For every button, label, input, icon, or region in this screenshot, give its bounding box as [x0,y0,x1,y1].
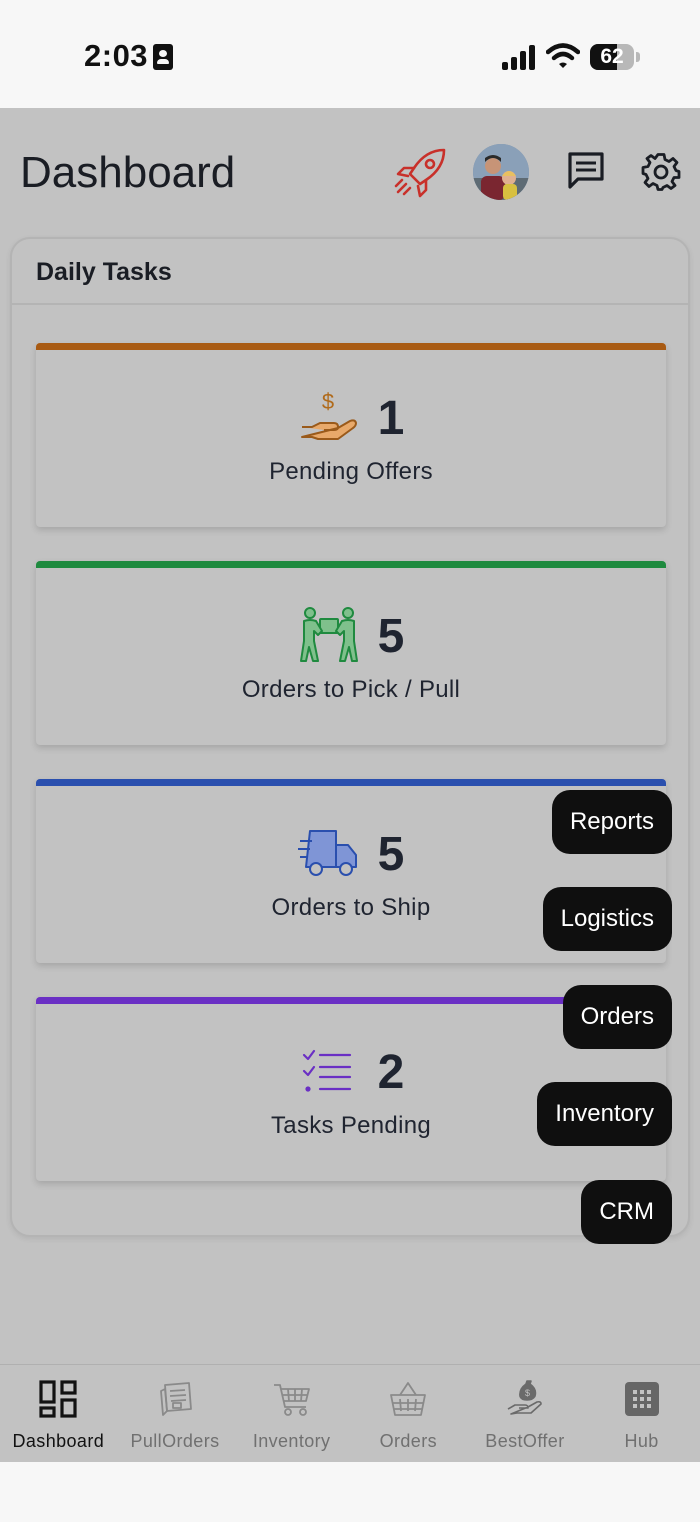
tab-label: Dashboard [12,1431,105,1451]
crm-button[interactable]: CRM [581,1180,672,1244]
truck-icon [297,830,357,876]
avatar[interactable] [473,144,529,200]
tab-inventory[interactable]: Inventory [233,1365,350,1463]
tab-label: Inventory [252,1431,331,1451]
hand-dollar-icon: $ [300,389,357,440]
avatar-photo [473,144,529,200]
task-count: 5 [377,827,405,881]
tab-pullorders[interactable]: PullOrders [117,1365,234,1463]
tab-bestoffer[interactable]: $ BestOffer [467,1365,584,1463]
dashboard-main: Dashboard Daily Tasks $ 1 Pending Offers… [0,108,700,1364]
gear-icon[interactable] [641,152,681,192]
task-card-orders-to-pick[interactable]: 5 Orders to Pick / Pull [36,561,666,745]
orders-button[interactable]: Orders [562,985,672,1049]
daily-tasks-header: Daily Tasks [12,239,688,305]
task-label: Orders to Pick / Pull [241,676,461,703]
tab-label: Orders [379,1431,437,1451]
tab-orders[interactable]: Orders [350,1365,467,1463]
signal-icon [502,44,536,70]
svg-text:$: $ [322,389,334,414]
inventory-button[interactable]: Inventory [537,1082,672,1146]
pull-orders-icon [160,1382,192,1416]
hand-money-bag-icon: $ [507,1380,542,1415]
basket-icon [390,1382,427,1416]
tab-label: BestOffer [485,1431,565,1451]
battery-icon: 62 [590,44,634,70]
cart-icon [273,1384,310,1416]
dashboard-icon [39,1380,77,1418]
status-bar: 2:03 62 [0,0,700,108]
home-indicator-area [0,1462,700,1522]
task-count: 1 [377,391,405,445]
task-card-pending-offers[interactable]: $ 1 Pending Offers [36,343,666,527]
task-count: 2 [377,1045,405,1099]
reports-button[interactable]: Reports [551,790,672,854]
svg-text:$: $ [525,1388,530,1398]
tab-label: PullOrders [130,1431,220,1451]
grid-icon [624,1382,659,1416]
tab-dashboard[interactable]: Dashboard [0,1365,117,1463]
battery-nub [636,52,640,62]
chat-icon[interactable] [566,150,606,190]
task-count: 5 [377,609,405,663]
tab-label: Hub [624,1431,659,1451]
daily-tasks-title: Daily Tasks [36,258,172,286]
tab-bar: Dashboard PullOrders Inventory Orders $ … [0,1364,700,1462]
tab-hub[interactable]: Hub [583,1365,700,1463]
logistics-button[interactable]: Logistics [542,887,672,951]
page-title: Dashboard [20,148,236,197]
task-label: Pending Offers [269,458,433,485]
battery-level: 62 [600,45,624,68]
wifi-icon [546,43,580,68]
people-carry-icon [299,607,358,662]
status-time: 2:03 [84,38,149,73]
id-card-icon [153,44,173,70]
rocket-icon[interactable] [392,144,450,202]
checklist-icon [302,1049,351,1092]
